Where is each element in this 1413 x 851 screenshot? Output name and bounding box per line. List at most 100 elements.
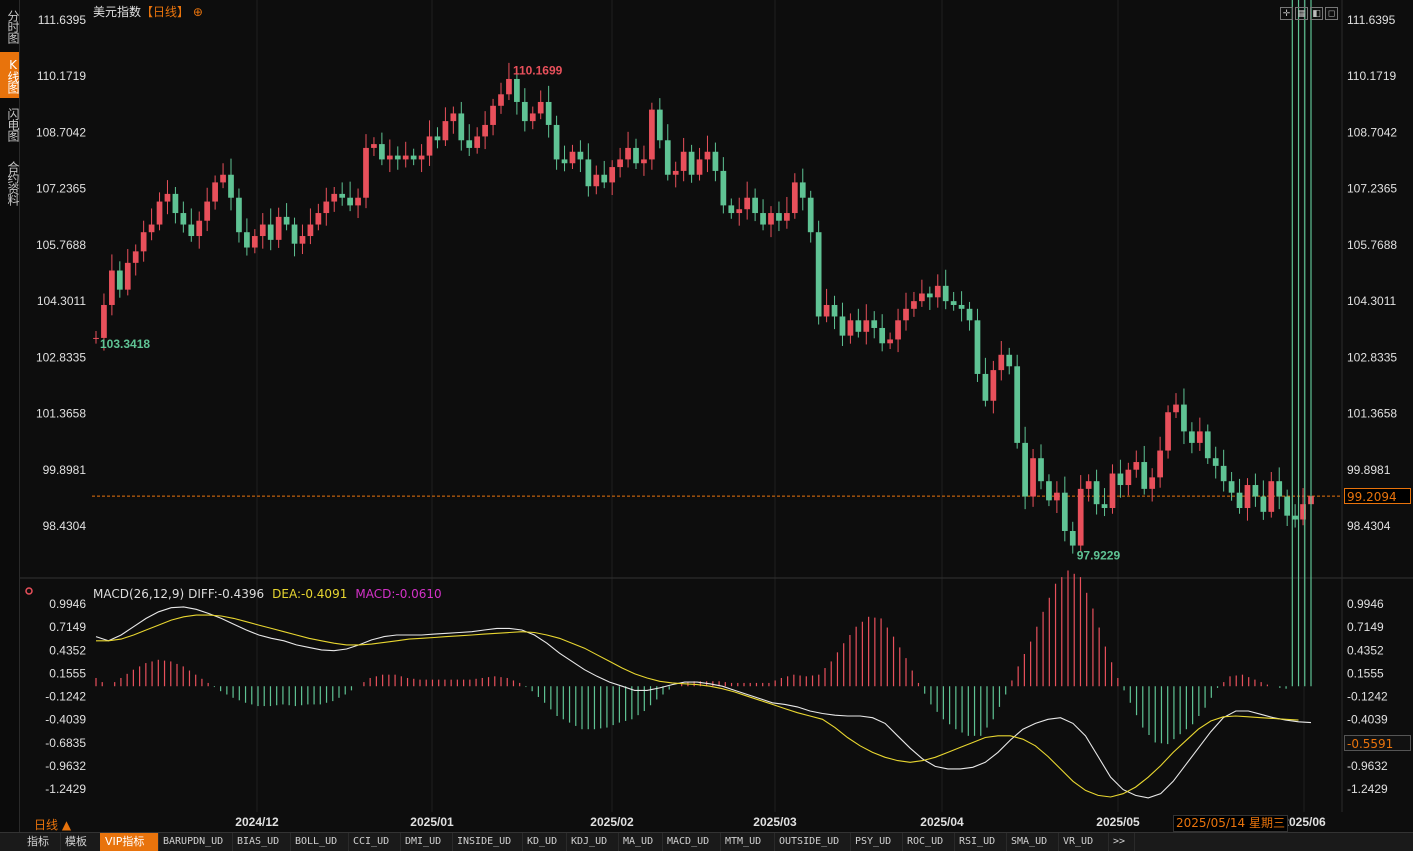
candle-body: [299, 236, 306, 244]
candle-body: [1077, 488, 1084, 546]
macd-tick-label-right: 0.7149: [1347, 620, 1384, 634]
indicator-tab-dmi-ud[interactable]: DMI_UD: [400, 833, 453, 851]
price-tick-label-left: 101.3658: [36, 407, 86, 421]
candle-body: [855, 320, 862, 332]
macd-dif-line: [95, 606, 1312, 799]
grid-icon[interactable]: ▦: [1295, 7, 1308, 20]
candle: [752, 188, 758, 222]
candle-body: [204, 201, 211, 221]
candle: [482, 111, 488, 150]
candle-body: [188, 224, 195, 237]
candle: [736, 197, 743, 226]
candle: [823, 288, 830, 323]
candle: [712, 142, 719, 182]
candle-body: [1149, 477, 1156, 489]
candle: [1212, 446, 1219, 479]
candle: [458, 101, 465, 151]
indicator-tab-vip-[interactable]: VIP指标: [100, 833, 159, 851]
candle: [1173, 393, 1179, 418]
candle-body: [1141, 462, 1148, 489]
candle-body: [990, 370, 997, 401]
time-tick-label: 2024/12: [235, 815, 279, 829]
candle: [966, 301, 973, 331]
tab-contract-info[interactable]: 合约资料: [0, 152, 20, 214]
candle-body: [482, 124, 488, 137]
candle: [1038, 444, 1044, 490]
candle: [116, 261, 123, 298]
candle: [879, 314, 886, 352]
candle-body: [1069, 530, 1076, 546]
period-selector[interactable]: 日线 ▲: [34, 816, 71, 833]
kline-chart[interactable]: 111.6395 111.6395 110.1719 110.1719 108.7042…: [20, 0, 1413, 832]
indicator-tab-kdj-ud[interactable]: KDJ_UD: [566, 833, 619, 851]
price-tick-label-left: 108.7042: [36, 125, 86, 139]
candle-body: [625, 147, 631, 160]
candle: [363, 134, 369, 209]
price-tick-label-left: 107.2365: [36, 182, 86, 196]
candle: [347, 181, 353, 212]
candle-body: [347, 197, 353, 206]
candle-body: [275, 216, 282, 240]
indicator-tab-roc-ud[interactable]: ROC_UD: [902, 833, 955, 851]
candle: [474, 127, 481, 154]
indicator-tab-outside-ud[interactable]: OUTSIDE_UD: [774, 833, 851, 851]
candle: [498, 82, 504, 114]
indicator-tab-inside-ud[interactable]: INSIDE_UD: [452, 833, 523, 851]
indicator-tab-boll-ud[interactable]: BOLL_UD: [290, 833, 349, 851]
indicator-tab--[interactable]: 模板: [60, 833, 101, 851]
indicator-tab-psy-ud[interactable]: PSY_UD: [850, 833, 903, 851]
crosshair-icon[interactable]: ✛: [1280, 7, 1293, 20]
indicator-tab-macd-ud[interactable]: MACD_UD: [662, 833, 721, 851]
candle-body: [720, 170, 727, 206]
candle: [617, 147, 623, 178]
candle: [1093, 469, 1100, 515]
candle-body: [506, 78, 512, 95]
candle-body: [919, 293, 925, 302]
candle-body: [1181, 404, 1187, 432]
indicator-tab-mtm-ud[interactable]: MTM_UD: [720, 833, 775, 851]
time-tick-label: 2025/02: [590, 815, 634, 829]
candle-body: [863, 320, 870, 332]
tab-timeshare[interactable]: 分时图: [0, 2, 20, 50]
candle: [1006, 347, 1013, 375]
candle-body: [355, 197, 361, 206]
candle-body: [1268, 481, 1275, 512]
macd-tick-label-left: -0.9632: [45, 759, 86, 773]
candle-body: [839, 316, 846, 336]
candle-body: [1244, 485, 1251, 509]
macd-cursor-value: -0.5591: [1344, 735, 1411, 751]
indicator-tab-sma-ud[interactable]: SMA_UD: [1006, 833, 1059, 851]
indicator-tab-cci-ud[interactable]: CCI_UD: [348, 833, 401, 851]
candle-body: [1252, 485, 1259, 497]
candle-body: [498, 94, 504, 106]
restore-icon[interactable]: ◧: [1310, 7, 1323, 20]
maximize-icon[interactable]: ◻: [1325, 7, 1338, 20]
indicator-tab-ma-ud[interactable]: MA_UD: [618, 833, 663, 851]
candle-body: [156, 201, 163, 225]
tab-kline[interactable]: K线图: [0, 52, 20, 98]
macd-value: MACD:-0.0610: [355, 587, 442, 601]
macd-histogram: [95, 0, 1312, 745]
price-tick-label-left: 105.7688: [36, 238, 86, 252]
indicator-tab--[interactable]: >>: [1108, 833, 1135, 851]
candle-body: [307, 224, 314, 237]
indicator-tab-rsi-ud[interactable]: RSI_UD: [954, 833, 1007, 851]
candle: [601, 160, 608, 189]
candle-body: [1165, 412, 1171, 451]
indicator-tab--[interactable]: 指标: [22, 833, 61, 851]
indicator-tab-vr-ud[interactable]: VR_UD: [1058, 833, 1109, 851]
candle: [164, 180, 171, 215]
candle-body: [577, 151, 584, 160]
indicator-tab-bias-ud[interactable]: BIAS_UD: [232, 833, 291, 851]
candle-body: [585, 159, 592, 187]
indicator-tab-kd-ud[interactable]: KD_UD: [522, 833, 567, 851]
tab-flash-chart[interactable]: 闪电图: [0, 100, 20, 148]
indicator-tab-barupdn-ud[interactable]: BARUPDN_UD: [158, 833, 233, 851]
candle: [434, 127, 441, 149]
macd-tick-label-left: -0.4039: [45, 713, 86, 727]
candle: [1141, 445, 1148, 495]
chart-title: 美元指数【日线】 ⊕: [93, 3, 203, 20]
circle-plus-icon[interactable]: ⊕: [193, 5, 203, 19]
candle: [919, 279, 925, 307]
chart-area[interactable]: 111.6395 111.6395 110.1719 110.1719 108.7042…: [20, 0, 1413, 832]
